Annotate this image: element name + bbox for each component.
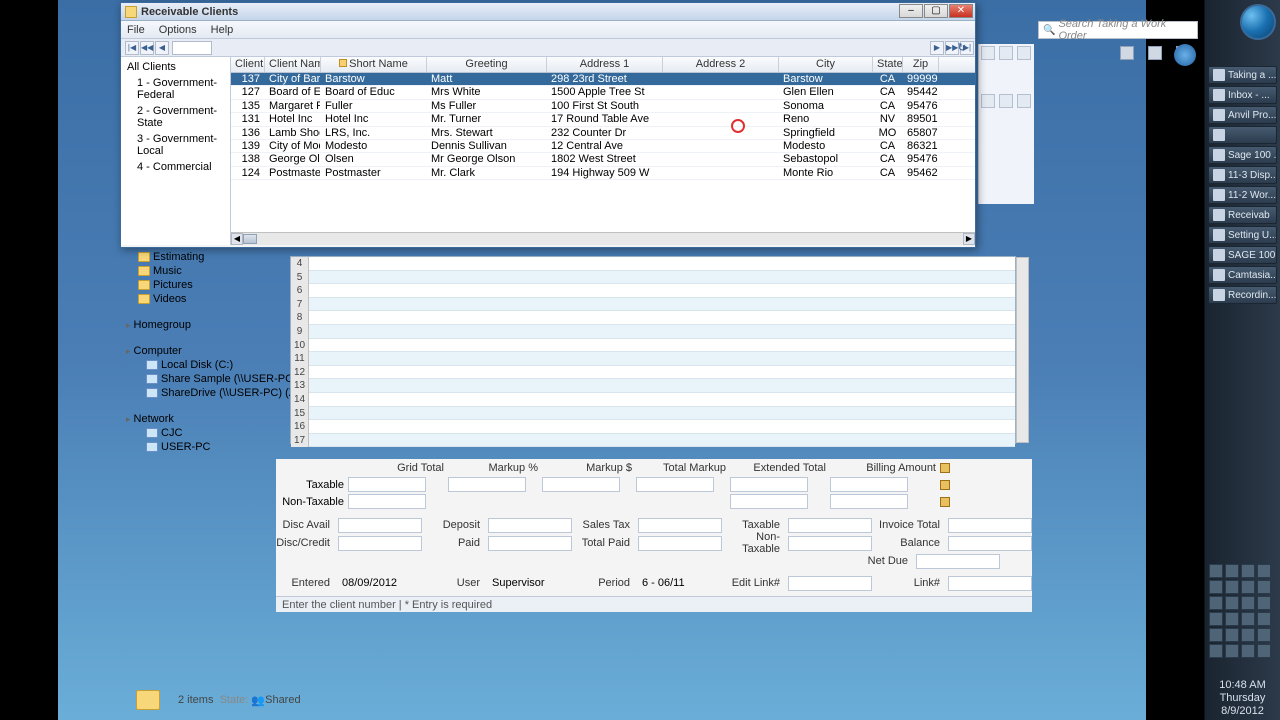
taskbar-item[interactable] xyxy=(1208,126,1277,144)
table-row[interactable]: 137City of BarstoBarstowMatt298 23rd Str… xyxy=(231,73,975,86)
taskbar-item[interactable]: 11-3 Disp... xyxy=(1208,166,1277,184)
window-title: Receivable Clients xyxy=(141,6,238,18)
start-button[interactable] xyxy=(1240,4,1276,40)
taskbar-item[interactable]: Recordin... xyxy=(1208,286,1277,304)
titlebar[interactable]: Receivable Clients – ▢ ✕ xyxy=(121,3,975,21)
col-address1: Address 1 xyxy=(547,57,663,72)
scrollbar-v[interactable] xyxy=(1016,257,1029,443)
toolbar: |◀ ◀◀ ◀ ▶ ▶▶ ▶| ↻ xyxy=(121,39,975,57)
summary-panel: Disc Avail Deposit Sales Tax Taxable Inv… xyxy=(276,516,1032,592)
menu-file[interactable]: File xyxy=(127,24,145,36)
table-row[interactable]: 124Postmaster -PostmasterMr. Clark194 Hi… xyxy=(231,167,975,180)
tree-computer[interactable]: Computer xyxy=(124,344,264,358)
col-client: Client xyxy=(231,57,265,72)
scrollbar-h[interactable]: ◀ ▶ xyxy=(231,232,975,245)
scroll-thumb xyxy=(243,234,257,244)
table-row[interactable]: 136Lamb Shoes, ILRS, Inc.Mrs. Stewart232… xyxy=(231,127,975,140)
record-input[interactable] xyxy=(172,41,212,55)
sort-icon[interactable] xyxy=(339,59,347,67)
statusbar: Enter the client number | * Entry is req… xyxy=(276,596,1032,612)
tree-drive-item[interactable]: ShareDrive (\\USER-PC) (Z:) xyxy=(124,386,264,400)
app-icon xyxy=(125,6,137,18)
view-icon[interactable] xyxy=(1120,46,1134,60)
taskbar-item[interactable]: Inbox - ... xyxy=(1208,86,1277,104)
col-address2: Address 2 xyxy=(663,57,779,72)
filter-item[interactable]: 2 - Government-State xyxy=(123,103,228,131)
refresh-button[interactable]: ↻ xyxy=(955,41,969,55)
taskbar-item[interactable]: Taking a ... xyxy=(1208,66,1277,84)
scroll-right-icon: ▶ xyxy=(963,233,975,245)
taskbar-item[interactable]: 11-2 Wor... xyxy=(1208,186,1277,204)
tree-drive-item[interactable]: Share Sample (\\USER-PC) (Y:) xyxy=(124,372,264,386)
tree-lib-item[interactable]: Videos xyxy=(124,292,264,306)
tree-network-item[interactable]: CJC xyxy=(124,426,264,440)
folder-icon xyxy=(136,690,160,710)
col-greeting: Greeting xyxy=(427,57,547,72)
nav-fwd-button[interactable]: ▶ xyxy=(930,41,944,55)
table-row[interactable]: 127Board of EducBoard of EducMrs White15… xyxy=(231,86,975,99)
nav-prev-button[interactable]: ◀◀ xyxy=(140,41,154,55)
table-row[interactable]: 135Margaret FullFullerMs Fuller100 First… xyxy=(231,100,975,113)
col-zip: Zip xyxy=(903,57,939,72)
menubar: File Options Help xyxy=(121,21,975,39)
filter-item[interactable]: 4 - Commercial xyxy=(123,159,228,175)
tree-lib-item[interactable]: Estimating xyxy=(124,250,264,264)
clients-grid[interactable]: Client Client Nam Short Name Greeting Ad… xyxy=(231,57,975,245)
preview-icon[interactable] xyxy=(1148,46,1162,60)
lock-icon[interactable] xyxy=(940,463,950,473)
tree-lib-item[interactable]: Pictures xyxy=(124,278,264,292)
taskbar-item[interactable]: Camtasia... xyxy=(1208,266,1277,284)
menu-help[interactable]: Help xyxy=(211,24,234,36)
taskbar-item[interactable]: Sage 100 ... xyxy=(1208,146,1277,164)
clock[interactable]: 10:48 AM Thursday 8/9/2012 xyxy=(1205,679,1280,718)
lock-icon[interactable] xyxy=(940,497,950,507)
back-toolbar-strip xyxy=(978,44,1034,204)
taskbar: Taking a ... Inbox - ... Anvil Pro... Sage … xyxy=(1204,0,1280,720)
filter-item[interactable]: 3 - Government-Local xyxy=(123,131,228,159)
col-city: City xyxy=(779,57,873,72)
receivable-clients-window: Receivable Clients – ▢ ✕ File Options He… xyxy=(120,2,976,248)
menu-options[interactable]: Options xyxy=(159,24,197,36)
table-row[interactable]: 138George OlsonOlsenMr George Olson1802 … xyxy=(231,153,975,166)
tree-all-clients[interactable]: All Clients xyxy=(123,59,228,75)
grid-header[interactable]: Client Client Nam Short Name Greeting Ad… xyxy=(231,57,975,73)
filter-item[interactable]: 1 - Government-Federal xyxy=(123,75,228,103)
col-state: State xyxy=(873,57,903,72)
close-button[interactable]: ✕ xyxy=(949,4,973,18)
col-short-name: Short Name xyxy=(321,57,427,72)
search-input[interactable]: Search Taking a Work Order xyxy=(1038,21,1198,39)
maximize-button[interactable]: ▢ xyxy=(924,4,948,18)
cursor-indicator-icon xyxy=(729,117,743,131)
nav-back-button[interactable]: ◀ xyxy=(155,41,169,55)
tree-drive-item[interactable]: Local Disk (C:) xyxy=(124,358,264,372)
tree-network[interactable]: Network xyxy=(124,412,264,426)
taskbar-item[interactable]: Setting U... xyxy=(1208,226,1277,244)
taskbar-item[interactable]: Anvil Pro... xyxy=(1208,106,1277,124)
tree-network-item[interactable]: USER-PC xyxy=(124,440,264,454)
table-row[interactable]: 139City of ModesModestoDennis Sullivan12… xyxy=(231,140,975,153)
taskbar-item[interactable]: Receivab xyxy=(1208,206,1277,224)
scroll-left-icon: ◀ xyxy=(231,233,243,245)
explorer-status: 2 items State: 👥 Shared xyxy=(136,688,301,712)
minimize-button[interactable]: – xyxy=(899,4,923,18)
ie-icon[interactable] xyxy=(1174,44,1196,66)
client-filter-tree: All Clients 1 - Government-Federal2 - Go… xyxy=(121,57,231,245)
detail-grid[interactable]: 4567891011121314151617 xyxy=(290,256,1016,444)
taskbar-item[interactable]: SAGE 100... xyxy=(1208,246,1277,264)
tree-lib-item[interactable]: Music xyxy=(124,264,264,278)
nav-first-button[interactable]: |◀ xyxy=(125,41,139,55)
system-tray xyxy=(1209,564,1276,660)
lock-icon[interactable] xyxy=(940,480,950,490)
table-row[interactable]: 131Hotel IncHotel IncMr. Turner17 Round … xyxy=(231,113,975,126)
explorer-tree: EstimatingMusicPicturesVideos Homegroup … xyxy=(124,250,264,610)
tree-homegroup[interactable]: Homegroup xyxy=(124,318,264,332)
col-client-name: Client Nam xyxy=(265,57,321,72)
